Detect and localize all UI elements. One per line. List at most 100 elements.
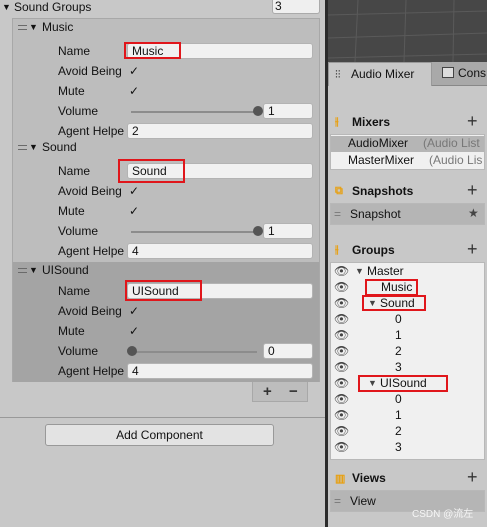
highlight-box xyxy=(125,280,202,301)
mute-checkbox[interactable]: ✓ xyxy=(127,84,141,98)
add-element-button[interactable]: + xyxy=(263,383,272,400)
eye-icon[interactable]: 👁 xyxy=(334,376,349,390)
mute-checkbox[interactable]: ✓ xyxy=(127,204,141,218)
element-title: Sound xyxy=(42,140,77,154)
volume-field[interactable]: 1 xyxy=(263,223,313,239)
group-label: 3 xyxy=(395,360,402,374)
drag-handle-icon[interactable] xyxy=(18,268,27,273)
volume-slider-knob[interactable] xyxy=(127,346,137,356)
group-row[interactable]: 👁 1 xyxy=(331,328,486,344)
snapshots-title: Snapshots xyxy=(352,184,414,198)
group-row[interactable]: 👁 3 xyxy=(331,360,486,376)
avoid-checkbox[interactable]: ✓ xyxy=(127,184,141,198)
collapse-triangle-icon[interactable]: ▼ xyxy=(2,2,11,12)
volume-field[interactable]: 0 xyxy=(263,343,313,359)
views-header: ▥ Views + xyxy=(330,467,485,490)
agent-helper-label: Agent Helpe xyxy=(58,364,125,378)
drag-handle-icon[interactable] xyxy=(18,25,27,30)
eye-icon[interactable]: 👁 xyxy=(334,312,349,326)
foldout-triangle-icon[interactable]: ▼ xyxy=(29,265,38,275)
tab-audio-mixer[interactable]: ⫶⫶ Audio Mixer xyxy=(328,62,432,86)
scene-view[interactable] xyxy=(328,0,487,62)
eye-icon[interactable]: 👁 xyxy=(334,280,349,294)
volume-field[interactable]: 1 xyxy=(263,103,313,119)
list-element-music: ▼ Music Name Music Avoid Being ✓ Mute ✓ … xyxy=(13,19,319,139)
list-element-sound: ▼ Sound Name Sound Avoid Being ✓ Mute ✓ … xyxy=(13,139,319,259)
agent-helper-label: Agent Helpe xyxy=(58,124,125,138)
avoid-checkbox[interactable]: ✓ xyxy=(127,64,141,78)
agent-helper-field[interactable]: 4 xyxy=(127,243,313,259)
separator xyxy=(0,417,325,418)
eye-icon[interactable]: 👁 xyxy=(334,344,349,358)
snapshots-icon: ⧉ xyxy=(335,185,343,197)
mixers-header: ⫲ Mixers + xyxy=(330,111,485,134)
eye-icon[interactable]: 👁 xyxy=(334,328,349,342)
mixer-item[interactable]: MasterMixer (Audio Lis xyxy=(331,153,484,169)
avoid-checkbox[interactable]: ✓ xyxy=(127,304,141,318)
name-label: Name xyxy=(58,164,91,178)
mixers-section: ⫲ Mixers + AudioMixer (Audio List Master… xyxy=(330,111,485,178)
mute-label: Mute xyxy=(58,204,85,218)
group-row[interactable]: 👁 0 xyxy=(331,392,486,408)
mute-checkbox[interactable]: ✓ xyxy=(127,324,141,338)
add-component-button[interactable]: Add Component xyxy=(45,424,274,446)
scene-grid xyxy=(328,0,487,62)
group-row[interactable]: 👁 3 xyxy=(331,440,486,456)
sound-groups-header[interactable]: ▼ Sound Groups 3 xyxy=(0,0,325,14)
mixer-detail: (Audio Lis xyxy=(429,153,483,167)
mixer-name: AudioMixer xyxy=(348,136,409,150)
group-label: 0 xyxy=(395,392,402,406)
element-title: Music xyxy=(42,20,74,34)
eye-icon[interactable]: 👁 xyxy=(334,264,349,278)
add-view-button[interactable]: + xyxy=(467,467,478,488)
mute-label: Mute xyxy=(58,84,85,98)
avoid-label: Avoid Being xyxy=(58,184,122,198)
volume-label: Volume xyxy=(58,224,99,238)
foldout-triangle-icon[interactable]: ▼ xyxy=(29,22,38,32)
highlight-box xyxy=(362,295,426,311)
group-label: 1 xyxy=(395,408,402,422)
mixer-detail: (Audio List xyxy=(423,136,480,150)
foldout-triangle-icon[interactable]: ▼ xyxy=(29,142,38,152)
snapshots-section: ⧉ Snapshots + = Snapshot ★ xyxy=(330,180,485,231)
add-snapshot-button[interactable]: + xyxy=(467,180,478,201)
group-row[interactable]: 👁 2 xyxy=(331,424,486,440)
volume-slider-track[interactable] xyxy=(131,351,257,353)
eye-icon[interactable]: 👁 xyxy=(334,424,349,438)
sound-groups-count-field[interactable]: 3 xyxy=(272,0,320,14)
volume-slider-knob[interactable] xyxy=(253,106,263,116)
eye-icon[interactable]: 👁 xyxy=(334,408,349,422)
add-mixer-button[interactable]: + xyxy=(467,111,478,132)
groups-icon: ⫲ xyxy=(335,244,339,256)
mixers-icon: ⫲ xyxy=(335,116,339,128)
group-row[interactable]: 👁 0 xyxy=(331,312,486,328)
agent-helper-label: Agent Helpe xyxy=(58,244,125,258)
expand-triangle-icon[interactable]: ▼ xyxy=(355,266,364,276)
tab-label: Cons xyxy=(458,66,487,80)
group-label: Master xyxy=(367,264,404,278)
remove-element-button[interactable]: − xyxy=(289,383,298,400)
volume-slider-track[interactable] xyxy=(131,111,257,113)
drag-handle-icon[interactable] xyxy=(18,145,27,150)
add-group-button[interactable]: + xyxy=(467,239,478,260)
agent-helper-field[interactable]: 4 xyxy=(127,363,313,379)
group-row[interactable]: 👁 2 xyxy=(331,344,486,360)
eye-icon[interactable]: 👁 xyxy=(334,440,349,454)
mixer-item[interactable]: AudioMixer (Audio List xyxy=(331,136,484,152)
eye-icon[interactable]: 👁 xyxy=(334,392,349,406)
groups-title: Groups xyxy=(352,243,395,257)
volume-slider-knob[interactable] xyxy=(253,226,263,236)
star-icon[interactable]: ★ xyxy=(468,206,479,220)
agent-helper-field[interactable]: 2 xyxy=(127,123,313,139)
eye-icon[interactable]: 👁 xyxy=(334,360,349,374)
snapshot-item[interactable]: Snapshot xyxy=(350,207,401,221)
volume-slider-track[interactable] xyxy=(131,231,257,233)
groups-header: ⫲ Groups + xyxy=(330,239,485,262)
console-icon xyxy=(442,67,454,78)
eye-icon[interactable]: 👁 xyxy=(334,296,349,310)
tab-console[interactable]: Cons xyxy=(436,62,487,86)
view-item[interactable]: View xyxy=(350,494,376,508)
group-row[interactable]: 👁 1 xyxy=(331,408,486,424)
views-title: Views xyxy=(352,471,386,485)
group-row[interactable]: 👁 ▼ Master xyxy=(331,264,486,280)
